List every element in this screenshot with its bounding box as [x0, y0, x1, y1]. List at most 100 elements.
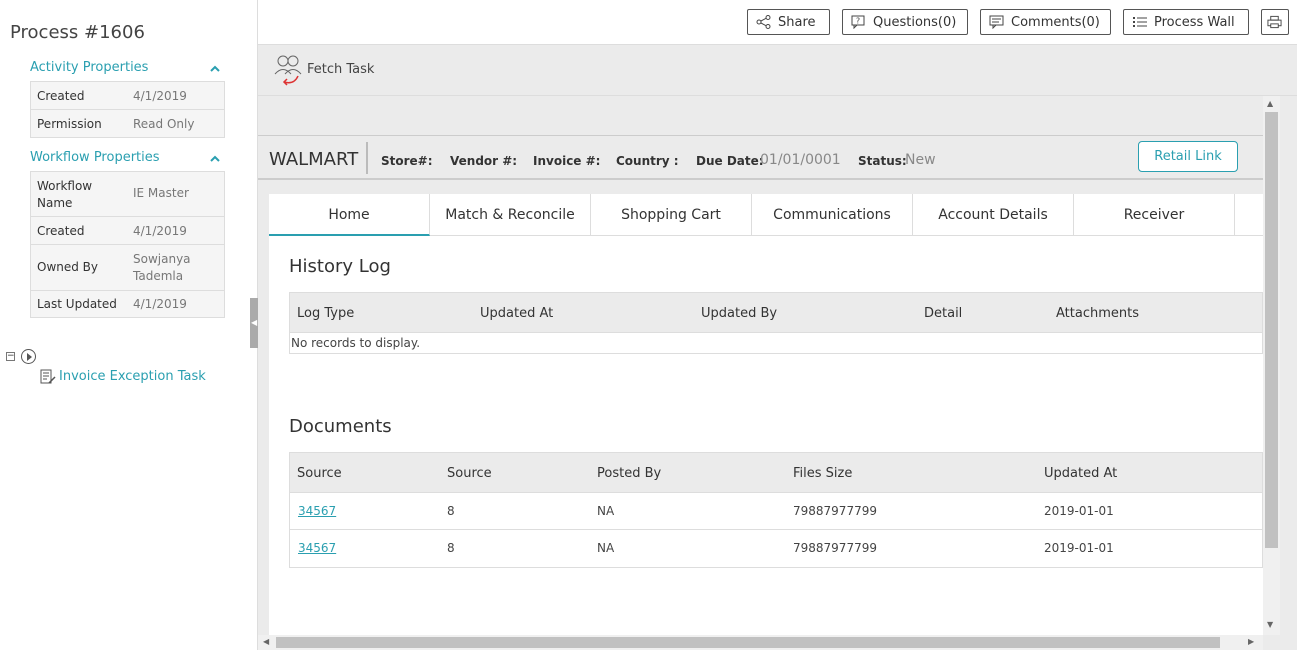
empty-row: No records to display. [290, 333, 1262, 353]
source-link[interactable]: 34567 [298, 504, 336, 518]
store-label: Store#: [381, 154, 433, 168]
property-key: Last Updated [37, 297, 117, 311]
comments-label: Comments(0) [1011, 14, 1100, 30]
main-area: Fetch Task WALMART Store#: Vendor #: Inv… [258, 45, 1297, 650]
tab-content-panel: Home Match & Reconcile Shopping Cart Com… [269, 194, 1263, 635]
property-row: Owned By Sowjanya Tademla [31, 245, 224, 291]
property-value: Sowjanya Tademla [133, 252, 191, 283]
chevron-up-icon[interactable] [210, 64, 220, 74]
fetch-task-icon[interactable] [272, 52, 304, 86]
tab-match-reconcile[interactable]: Match & Reconcile [430, 194, 591, 236]
source-link[interactable]: 34567 [298, 541, 336, 555]
table-cell: 79887977799 [793, 504, 877, 518]
tab-home[interactable]: Home [269, 194, 430, 236]
column-header[interactable]: Attachments [1056, 306, 1139, 321]
question-icon: ? [851, 15, 865, 29]
vertical-scrollbar[interactable]: ▲ ▼ [1263, 96, 1280, 635]
retail-link-button[interactable]: Retail Link [1138, 141, 1238, 172]
invoice-header: WALMART Store#: Vendor #: Invoice #: Cou… [258, 135, 1263, 180]
share-icon [756, 15, 771, 29]
vertical-scroll-thumb[interactable] [1265, 112, 1278, 548]
tab-communications[interactable]: Communications [752, 194, 913, 236]
tab-bar: Home Match & Reconcile Shopping Cart Com… [269, 194, 1263, 236]
scroll-up-icon[interactable]: ▲ [1267, 99, 1273, 108]
questions-button[interactable]: ? Questions(0) [842, 9, 968, 35]
scroll-down-icon[interactable]: ▼ [1267, 620, 1273, 629]
property-value: 4/1/2019 [133, 297, 187, 311]
table-cell: 79887977799 [793, 541, 877, 555]
history-log-table: Log Type Updated At Updated By Detail At… [289, 292, 1263, 354]
property-value: 4/1/2019 [133, 89, 187, 103]
workflow-properties-table: Workflow Name IE Master Created 4/1/2019… [30, 171, 225, 318]
property-key: Owned By [37, 260, 99, 274]
history-log-title: History Log [289, 256, 391, 277]
column-header[interactable]: Source [447, 466, 492, 481]
column-header[interactable]: Updated At [480, 306, 553, 321]
property-value: 4/1/2019 [133, 224, 187, 238]
due-date-label: Due Date: [696, 154, 764, 168]
documents-title: Documents [289, 416, 392, 437]
status-label: Status: [858, 154, 907, 168]
play-circle-icon[interactable] [21, 349, 36, 364]
process-sidebar: Process #1606 Activity Properties Create… [0, 0, 258, 650]
workflow-properties-label: Workflow Properties [30, 150, 160, 165]
property-row: Last Updated 4/1/2019 [31, 291, 224, 317]
column-header[interactable]: Detail [924, 306, 962, 321]
workflow-properties-header[interactable]: Workflow Properties [30, 150, 224, 170]
country-label: Country : [616, 154, 679, 168]
share-button[interactable]: Share [747, 9, 830, 35]
property-key: Created [37, 224, 85, 238]
property-key: Permission [37, 117, 102, 131]
collapse-left-icon[interactable]: ◀ [251, 318, 257, 327]
documents-table: Source Source Posted By Files Size Updat… [289, 452, 1263, 568]
tree-collapse-icon[interactable]: − [6, 352, 15, 361]
comment-icon [989, 15, 1004, 29]
empty-message: No records to display. [291, 336, 421, 350]
vendor-name: WALMART [269, 149, 359, 170]
table-cell: 2019-01-01 [1044, 504, 1114, 518]
print-button[interactable] [1261, 9, 1289, 35]
property-value: Read Only [133, 117, 195, 131]
table-row: 34567 8 NA 79887977799 2019-01-01 [290, 530, 1262, 567]
chevron-up-icon[interactable] [210, 154, 220, 164]
comments-button[interactable]: Comments(0) [980, 9, 1111, 35]
tab-receiver[interactable]: Receiver [1074, 194, 1235, 236]
property-row: Workflow Name IE Master [31, 172, 224, 217]
list-icon [1133, 17, 1147, 27]
print-icon [1267, 15, 1282, 29]
table-header: Log Type Updated At Updated By Detail At… [290, 293, 1262, 333]
svg-text:?: ? [856, 17, 860, 26]
tab-account-details[interactable]: Account Details [913, 194, 1074, 236]
property-row: Created 4/1/2019 [31, 82, 224, 110]
activity-properties-label: Activity Properties [30, 60, 149, 75]
questions-label: Questions(0) [873, 14, 957, 30]
column-header[interactable]: Log Type [297, 306, 354, 321]
scroll-left-icon[interactable]: ◀ [263, 637, 269, 646]
process-wall-button[interactable]: Process Wall [1123, 9, 1249, 35]
horizontal-scrollbar[interactable]: ◀ ▶ [258, 635, 1263, 650]
task-edit-icon [40, 369, 56, 384]
status-value: New [905, 152, 936, 168]
due-date-value: 01/01/0001 [760, 152, 841, 168]
activity-properties-header[interactable]: Activity Properties [30, 60, 224, 80]
column-header[interactable]: Source [297, 466, 342, 481]
property-value: IE Master [133, 186, 189, 200]
property-key: Created [37, 89, 85, 103]
table-cell: 8 [447, 504, 455, 518]
table-header: Source Source Posted By Files Size Updat… [290, 453, 1262, 493]
property-key: Workflow Name [37, 179, 93, 210]
column-header[interactable]: Updated By [701, 306, 777, 321]
property-row: Permission Read Only [31, 110, 224, 138]
tree-item-invoice-exception-task[interactable]: Invoice Exception Task [59, 369, 206, 384]
vendor-label: Vendor #: [450, 154, 518, 168]
fetch-task-label[interactable]: Fetch Task [307, 62, 374, 77]
column-header[interactable]: Files Size [793, 466, 852, 481]
column-header[interactable]: Posted By [597, 466, 661, 481]
column-header[interactable]: Updated At [1044, 466, 1117, 481]
table-cell: NA [597, 504, 615, 518]
process-title: Process #1606 [10, 22, 145, 43]
scroll-right-icon[interactable]: ▶ [1248, 637, 1254, 646]
panel-splitter[interactable]: ◀ [250, 298, 258, 348]
horizontal-scroll-thumb[interactable] [276, 637, 1220, 648]
tab-shopping-cart[interactable]: Shopping Cart [591, 194, 752, 236]
